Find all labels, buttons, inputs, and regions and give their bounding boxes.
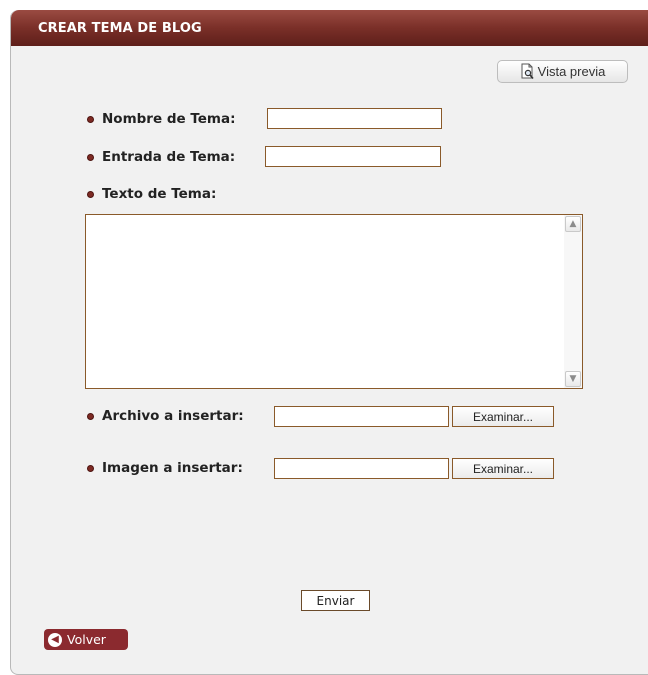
preview-label: Vista previa	[537, 64, 606, 79]
topic-name-label: Nombre de Tema:	[102, 111, 236, 127]
panel-header: CREAR TEMA DE BLOG	[11, 10, 648, 46]
file-browse-label: Examinar...	[472, 409, 534, 424]
file-attach-row: Archivo a insertar:	[87, 408, 244, 424]
back-button[interactable]: ◀ Volver	[44, 629, 128, 650]
arrow-left-circle-icon: ◀	[48, 632, 62, 647]
back-label: Volver	[67, 632, 106, 647]
topic-entry-input[interactable]	[265, 146, 441, 167]
topic-text-area[interactable]	[86, 215, 564, 388]
topic-entry-label: Entrada de Tema:	[102, 149, 236, 165]
file-browse-button[interactable]: Examinar...	[452, 406, 554, 427]
topic-text-area-frame: ▲ ▼	[85, 214, 583, 389]
bullet-icon	[87, 153, 94, 161]
topic-text-label: Texto de Tema:	[102, 186, 217, 202]
document-magnifier-icon	[520, 63, 536, 80]
scroll-down-arrow-icon[interactable]: ▼	[565, 371, 581, 387]
scroll-up-arrow-icon[interactable]: ▲	[565, 216, 581, 232]
topic-name-row: Nombre de Tema:	[87, 111, 235, 127]
bullet-icon	[87, 412, 94, 420]
image-attach-row: Imagen a insertar:	[87, 460, 243, 476]
topic-name-input[interactable]	[267, 108, 442, 129]
bullet-icon	[87, 464, 94, 472]
image-attach-input[interactable]	[274, 458, 449, 479]
topic-entry-row: Entrada de Tema:	[87, 149, 235, 165]
image-browse-button[interactable]: Examinar...	[452, 458, 554, 479]
image-attach-label: Imagen a insertar:	[102, 460, 243, 476]
topic-text-row: Texto de Tema:	[87, 186, 216, 202]
panel-title: CREAR TEMA DE BLOG	[38, 21, 202, 36]
bullet-icon	[87, 115, 94, 123]
bullet-icon	[87, 190, 94, 198]
preview-button[interactable]: Vista previa	[497, 60, 628, 83]
textarea-scrollbar[interactable]: ▲ ▼	[564, 215, 582, 388]
image-browse-label: Examinar...	[472, 461, 534, 476]
submit-label: Enviar	[316, 593, 355, 608]
submit-button[interactable]: Enviar	[301, 590, 370, 611]
file-attach-input[interactable]	[274, 406, 449, 427]
file-attach-label: Archivo a insertar:	[102, 408, 244, 424]
create-blog-topic-panel: CREAR TEMA DE BLOG Vista previa Nombre d…	[10, 10, 648, 675]
